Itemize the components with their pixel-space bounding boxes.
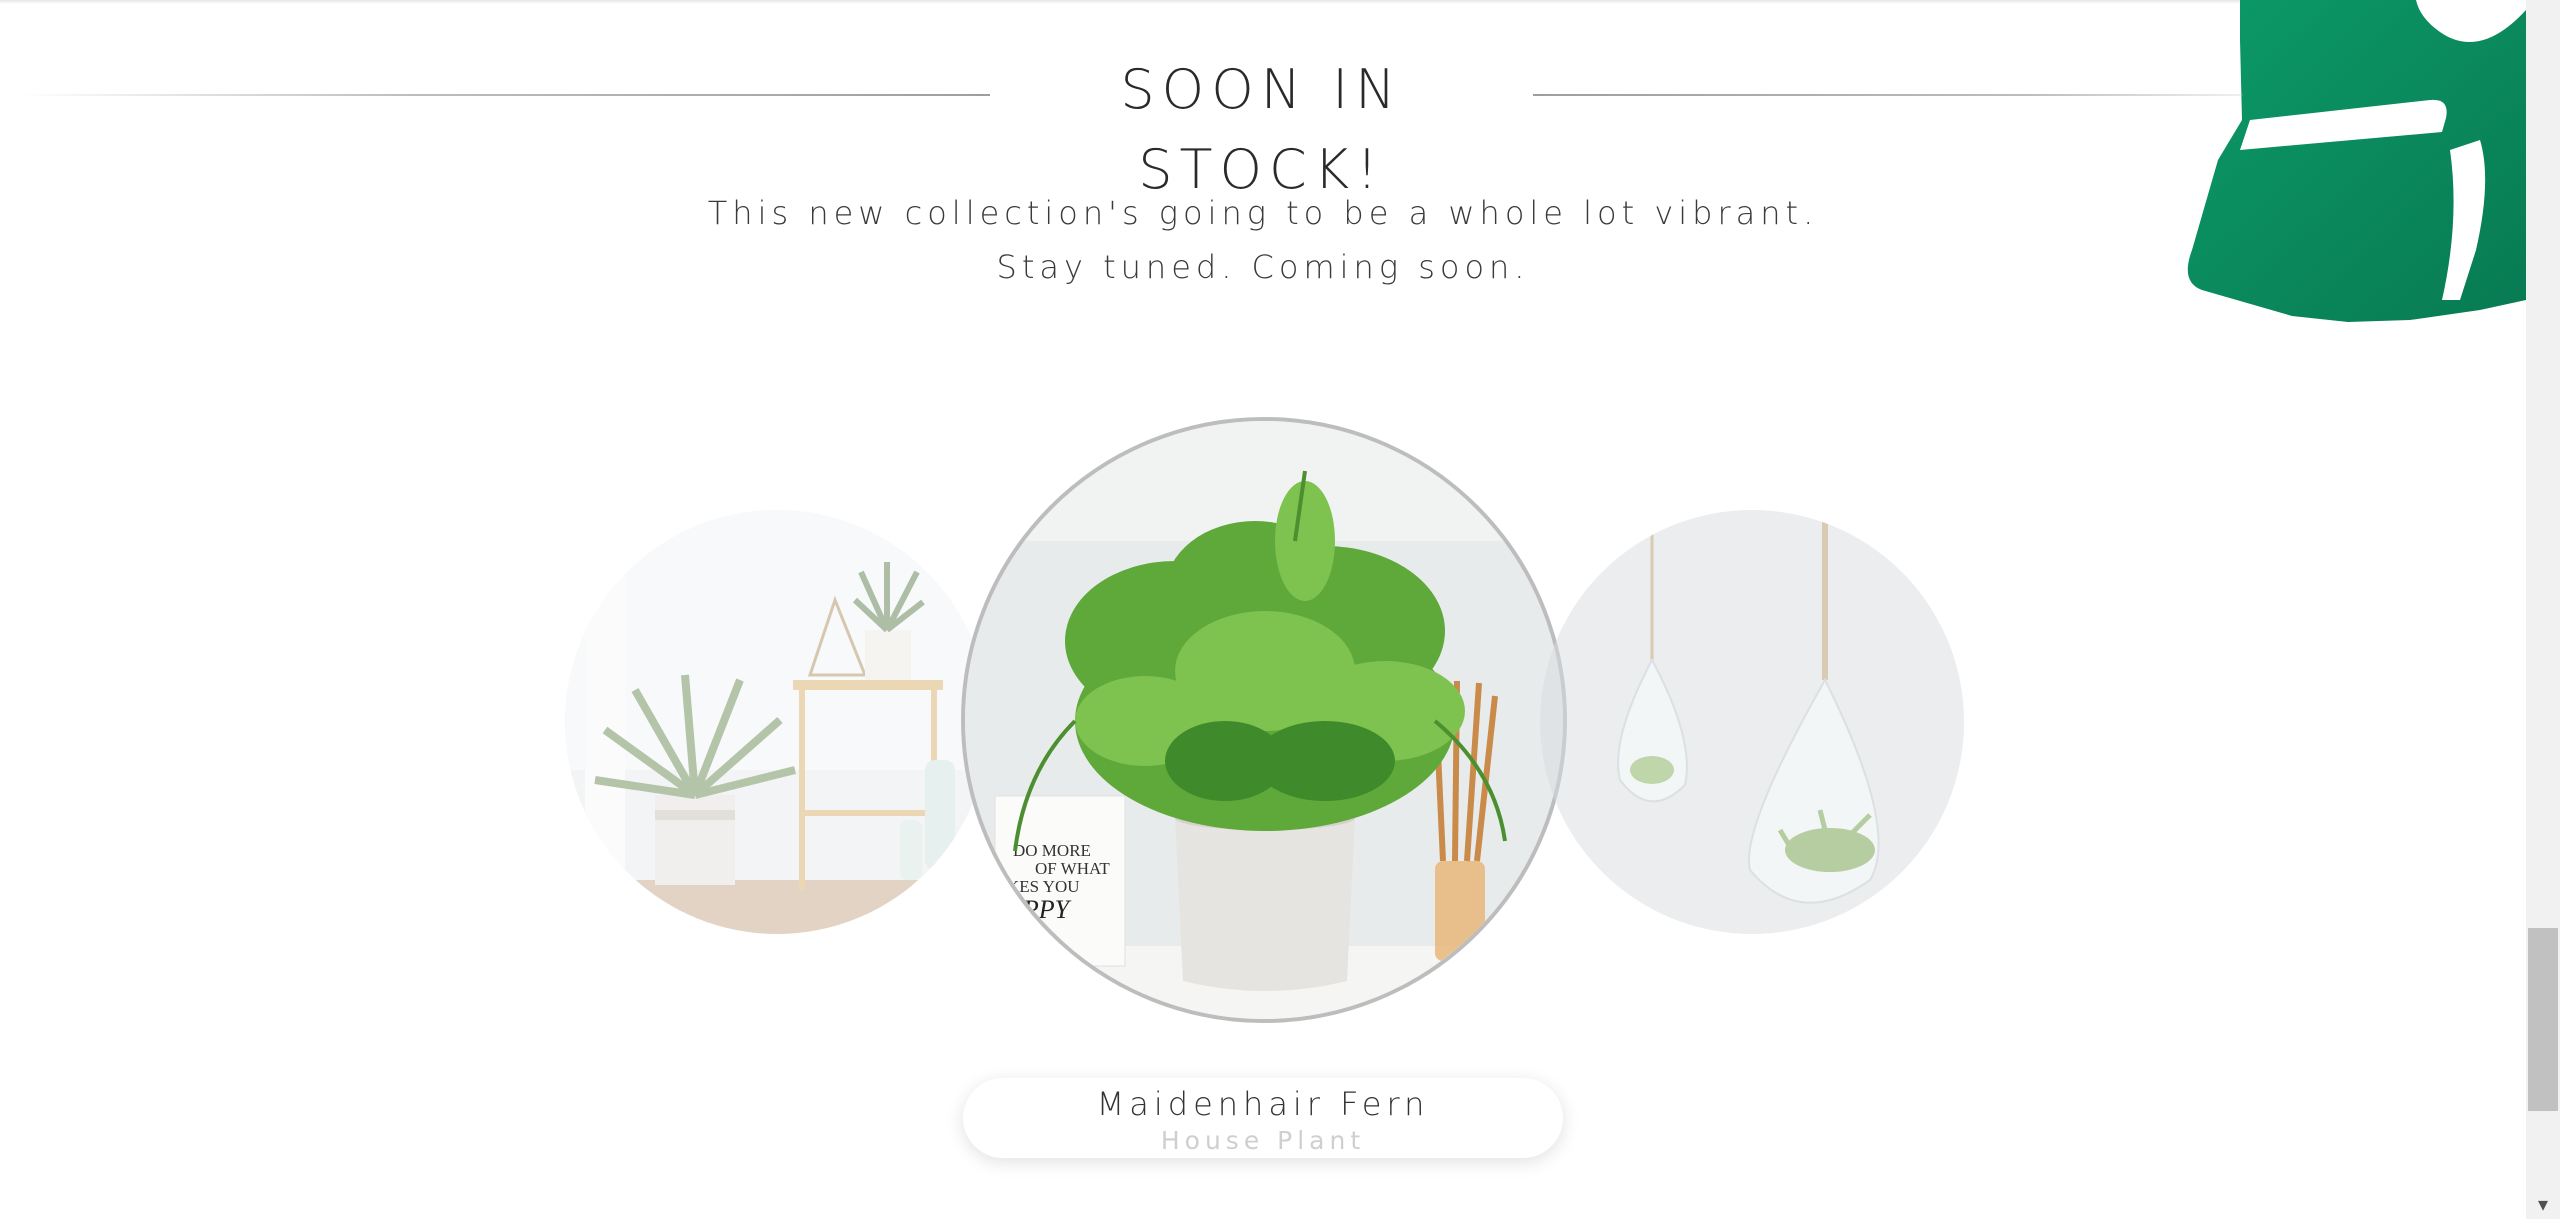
- subtitle-line-2: Stay tuned. Coming soon.: [996, 248, 1530, 286]
- carousel-item-active[interactable]: DO MORE OF WHAT KES YOU APPY: [961, 417, 1567, 1023]
- carousel-item-right[interactable]: [1540, 510, 1964, 934]
- poster-line-3: KES YOU: [1007, 877, 1080, 896]
- section-subtitle: This new collection's going to be a whol…: [0, 186, 2526, 294]
- poster-line-1: DO MORE: [1013, 841, 1091, 860]
- poster-line-2: OF WHAT: [1035, 859, 1110, 878]
- maidenhair-fern-image: DO MORE OF WHAT KES YOU APPY: [965, 421, 1563, 1019]
- plant-category: House Plant: [1160, 1126, 1366, 1155]
- heading-rule-right: [1533, 94, 2243, 96]
- heading-rule-left: [20, 94, 990, 96]
- plant-name: Maidenhair Fern: [1096, 1085, 1430, 1123]
- sago-palm-plants-image: [565, 510, 989, 934]
- scrollbar-thumb[interactable]: [2528, 928, 2558, 1111]
- poster-line-4: APPY: [1005, 895, 1072, 924]
- top-shadow: [0, 0, 2526, 4]
- section-heading: SOON IN STOCK!: [0, 50, 2526, 201]
- scroll-down-arrow-icon[interactable]: ▾: [2526, 1190, 2560, 1219]
- page: SOON IN STOCK! This new collection's goi…: [0, 0, 2560, 1219]
- hanging-glass-terrariums-image: [1540, 510, 1964, 934]
- carousel-caption: Maidenhair Fern House Plant: [963, 1078, 1563, 1158]
- carousel-item-left[interactable]: [565, 510, 989, 934]
- subtitle-line-1: This new collection's going to be a whol…: [707, 194, 1819, 232]
